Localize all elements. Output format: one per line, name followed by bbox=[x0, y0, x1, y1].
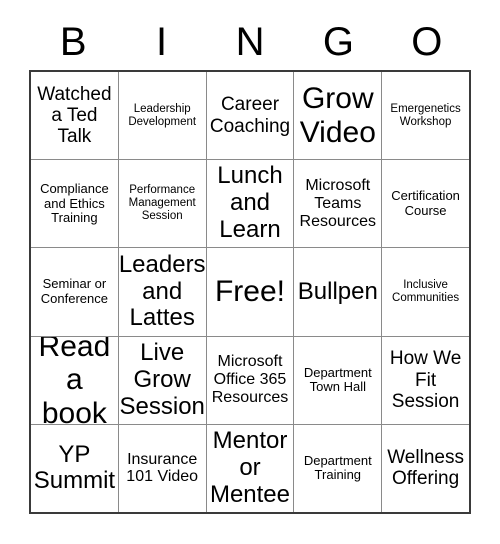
bingo-cell[interactable]: Inclusive Communities bbox=[382, 248, 469, 335]
header-letter-b: B bbox=[59, 20, 87, 64]
bingo-cell[interactable]: Lunch and Learn bbox=[207, 160, 295, 248]
bingo-cell[interactable]: Career Coaching bbox=[207, 72, 295, 160]
bingo-cell[interactable]: Bullpen bbox=[294, 248, 383, 336]
bingo-cell[interactable]: Watched a Ted Talk bbox=[31, 72, 119, 160]
bingo-row: Watched a Ted Talk Leadership Developmen… bbox=[31, 72, 469, 161]
bingo-cell[interactable]: Live Grow Session bbox=[119, 336, 207, 424]
bingo-cell[interactable]: Mentor or Mentee bbox=[207, 424, 295, 513]
bingo-header: B I N G O bbox=[29, 14, 471, 70]
bingo-row: Read a book Live Grow Session Microsoft … bbox=[31, 336, 469, 425]
bingo-cell[interactable]: Microsoft Teams Resources bbox=[294, 160, 383, 248]
bingo-cell[interactable]: Emergenetics Workshop bbox=[382, 72, 469, 159]
bingo-cell[interactable]: Performance Management Session bbox=[119, 160, 207, 248]
bingo-grid: Watched a Ted Talk Leadership Developmen… bbox=[29, 70, 471, 514]
bingo-cell[interactable]: Insurance 101 Video bbox=[119, 424, 207, 513]
bingo-row: YP Summit Insurance 101 Video Mentor or … bbox=[31, 424, 469, 513]
bingo-row: Seminar or Conference Leaders and Lattes… bbox=[31, 248, 469, 337]
bingo-cell[interactable]: Wellness Offering bbox=[382, 425, 469, 512]
bingo-cell[interactable]: Department Training bbox=[294, 424, 383, 513]
bingo-cell[interactable]: Read a book bbox=[31, 336, 119, 424]
bingo-cell[interactable]: Seminar or Conference bbox=[31, 248, 119, 336]
header-letter-n: N bbox=[235, 20, 265, 64]
header-letter-g: G bbox=[322, 20, 354, 64]
bingo-card: B I N G O Watched a Ted Talk Leadership … bbox=[29, 14, 471, 514]
bingo-cell[interactable]: Certification Course bbox=[382, 160, 469, 247]
bingo-cell[interactable]: Microsoft Office 365 Resources bbox=[207, 336, 295, 424]
bingo-cell[interactable]: YP Summit bbox=[31, 424, 119, 513]
bingo-cell[interactable]: How We Fit Session bbox=[382, 337, 469, 424]
bingo-row: Compliance and Ethics Training Performan… bbox=[31, 160, 469, 249]
bingo-cell-free-space[interactable]: Free! bbox=[207, 248, 295, 336]
bingo-cell[interactable]: Leadership Development bbox=[119, 72, 207, 160]
bingo-cell[interactable]: Leaders and Lattes bbox=[119, 248, 207, 336]
header-letter-o: O bbox=[411, 20, 443, 64]
bingo-cell[interactable]: Compliance and Ethics Training bbox=[31, 160, 119, 248]
bingo-cell[interactable]: Department Town Hall bbox=[294, 336, 383, 424]
bingo-cell[interactable]: Grow Video bbox=[294, 72, 383, 160]
header-letter-i: I bbox=[156, 20, 168, 64]
